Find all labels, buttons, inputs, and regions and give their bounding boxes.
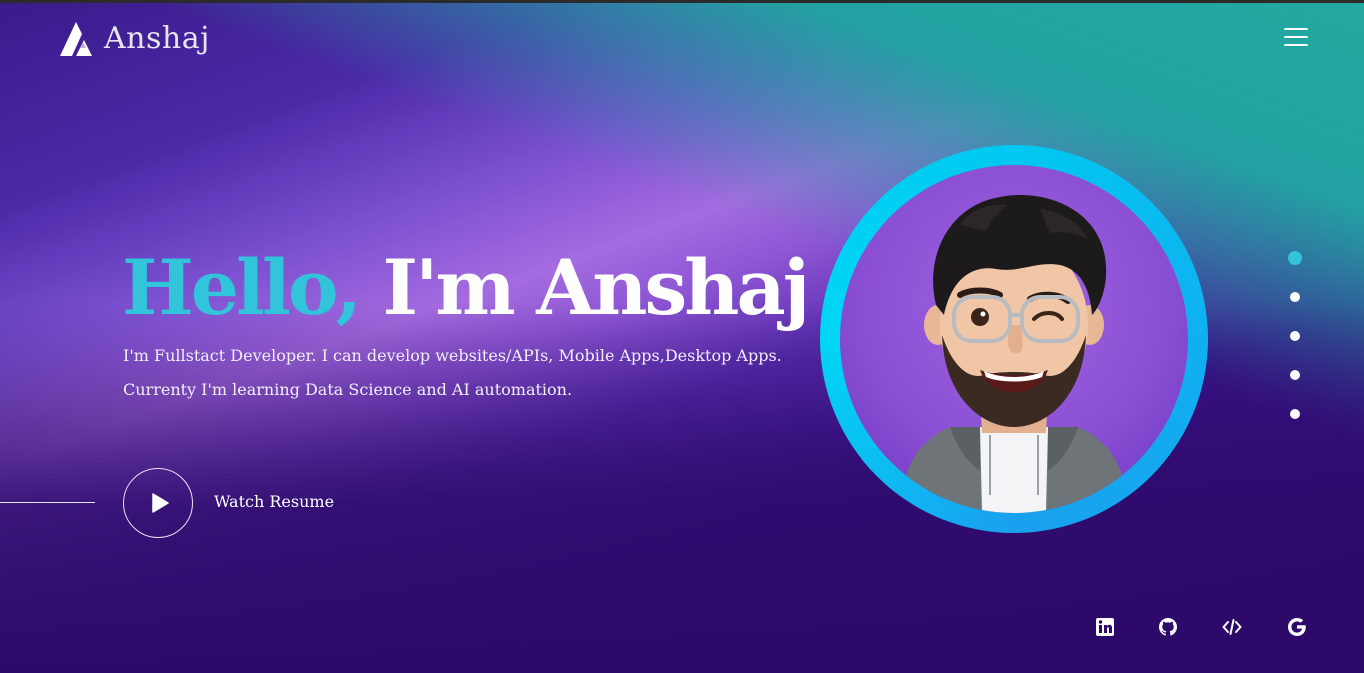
top-border xyxy=(0,0,1364,3)
brand-name: Anshaj xyxy=(104,20,210,56)
slide-dot-4[interactable] xyxy=(1288,368,1302,382)
memoji-avatar-icon xyxy=(900,195,1128,513)
hero-description-line-2: Currenty I'm learning Data Science and A… xyxy=(123,380,573,399)
slide-dot-2[interactable] xyxy=(1288,290,1302,304)
hero-name: I'm Anshaj xyxy=(382,243,811,332)
decorative-line xyxy=(0,502,95,503)
brand-logo[interactable]: Anshaj xyxy=(58,18,210,58)
hero-title: Hello, I'm Anshaj xyxy=(122,248,810,328)
play-icon xyxy=(151,493,169,513)
avatar xyxy=(820,145,1208,533)
slide-pagination xyxy=(1288,251,1302,421)
google-icon[interactable] xyxy=(1286,616,1308,638)
code-icon[interactable] xyxy=(1221,616,1243,638)
watch-resume-play-button[interactable] xyxy=(123,468,193,538)
slide-dot-3[interactable] xyxy=(1288,329,1302,343)
avatar-frame xyxy=(840,165,1188,513)
github-icon[interactable] xyxy=(1157,616,1179,638)
hero-description-line-1: I'm Fullstact Developer. I can develop w… xyxy=(123,346,782,365)
hamburger-menu-icon[interactable] xyxy=(1284,28,1308,46)
watch-resume-link[interactable]: Watch Resume xyxy=(214,492,334,511)
brand-a-logo-icon xyxy=(60,22,92,56)
slide-dot-1[interactable] xyxy=(1288,251,1302,265)
slide-dot-5[interactable] xyxy=(1288,407,1302,421)
linkedin-icon[interactable] xyxy=(1094,616,1116,638)
hero-greeting: Hello, xyxy=(122,243,362,332)
